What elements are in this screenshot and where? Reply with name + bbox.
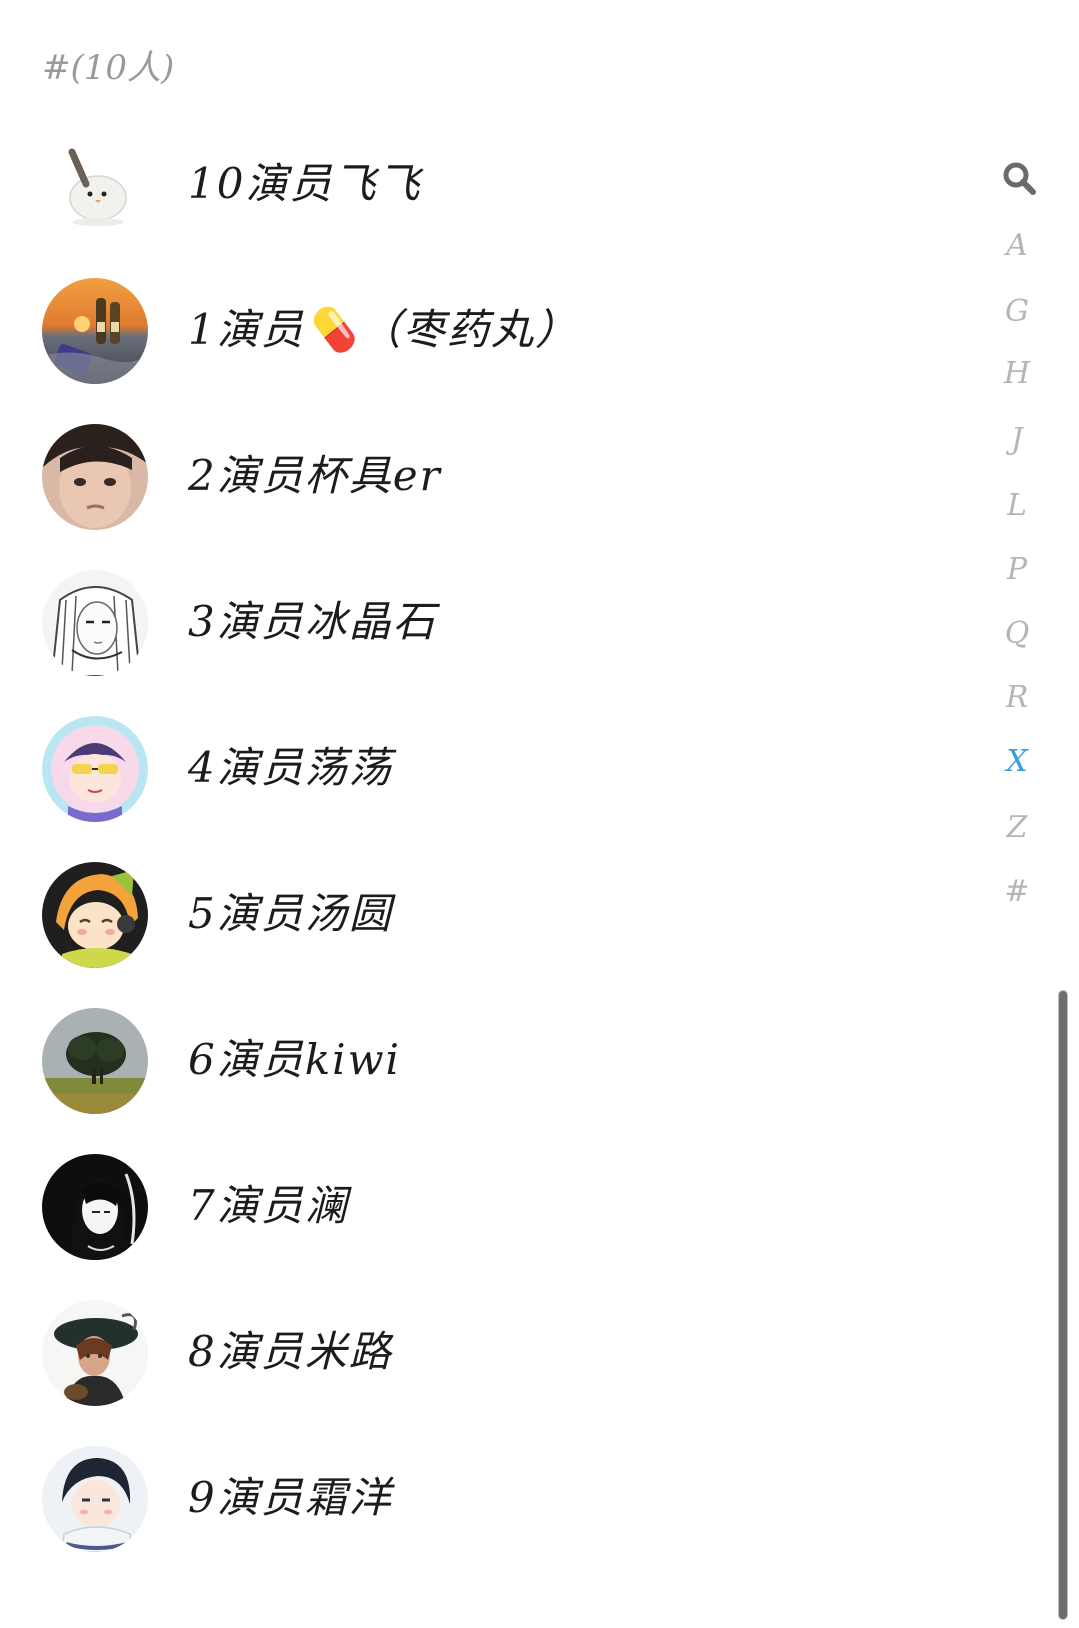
contact-row[interactable]: 5演员汤圆 — [0, 840, 1000, 990]
contact-name: 3演员冰晶石 — [188, 597, 437, 646]
contact-row[interactable]: 4演员荡荡 — [0, 694, 1000, 844]
painted-lady-hat-avatar-icon — [42, 1300, 148, 1406]
index-letter-p[interactable]: P — [995, 552, 1039, 587]
index-letter-z[interactable]: Z — [995, 810, 1039, 845]
contact-row[interactable]: 1演员💊（枣药丸） — [0, 256, 1000, 406]
section-header: #(10人) — [42, 48, 175, 88]
contact-name: 5演员汤圆 — [188, 889, 393, 938]
contact-row[interactable]: 9演员霜洋 — [0, 1424, 1000, 1574]
index-letter-j[interactable]: J — [995, 422, 1039, 457]
index-letter-a[interactable]: A — [995, 228, 1039, 263]
contact-row[interactable]: 6演员kiwi — [0, 986, 1000, 1136]
contact-name: 1演员💊（枣药丸） — [188, 305, 580, 354]
contact-name: 7演员澜 — [188, 1181, 349, 1230]
contact-name: 6演员kiwi — [188, 1035, 401, 1084]
index-letter-q[interactable]: Q — [995, 616, 1039, 651]
child-face-avatar-icon — [42, 424, 148, 530]
tree-field-avatar-icon — [42, 1008, 148, 1114]
contact-name: 2演员杯具er — [188, 451, 442, 500]
index-letter-g[interactable]: G — [995, 294, 1039, 329]
anime-boy-glasses-avatar-icon — [42, 716, 148, 822]
contact-row[interactable]: 7演员澜 — [0, 1132, 1000, 1282]
contact-name: 8演员米路 — [188, 1327, 393, 1376]
anime-headphones-avatar-icon — [42, 862, 148, 968]
index-letter-hash[interactable]: # — [995, 874, 1039, 909]
index-letter-x[interactable]: X — [995, 744, 1039, 779]
anime-scarf-boy-avatar-icon — [42, 1446, 148, 1552]
contact-name: 10演员飞飞 — [188, 159, 422, 208]
manga-girl-avatar-icon — [42, 570, 148, 676]
contact-row[interactable]: 8演员米路 — [0, 1278, 1000, 1428]
index-letter-l[interactable]: L — [995, 488, 1039, 523]
index-letter-h[interactable]: H — [995, 356, 1039, 391]
sunset-bottles-avatar-icon — [42, 278, 148, 384]
contact-name: 4演员荡荡 — [188, 743, 393, 792]
contact-row[interactable]: 10演员飞飞 — [0, 110, 1000, 260]
contact-row[interactable]: 2演员杯具er — [0, 402, 1000, 552]
dark-hair-girl-avatar-icon — [42, 1154, 148, 1260]
contact-list-page: #(10人) 10演员飞飞 1演员💊（枣药丸） 2演员杯具er 3演员冰晶石 4… — [0, 0, 1079, 1628]
scrollbar[interactable] — [1058, 990, 1068, 1620]
contact-name: 9演员霜洋 — [188, 1473, 393, 1522]
bird-avatar-icon — [42, 132, 148, 238]
search-icon[interactable] — [1001, 160, 1037, 196]
contact-row[interactable]: 3演员冰晶石 — [0, 548, 1000, 698]
index-letter-r[interactable]: R — [995, 680, 1039, 715]
